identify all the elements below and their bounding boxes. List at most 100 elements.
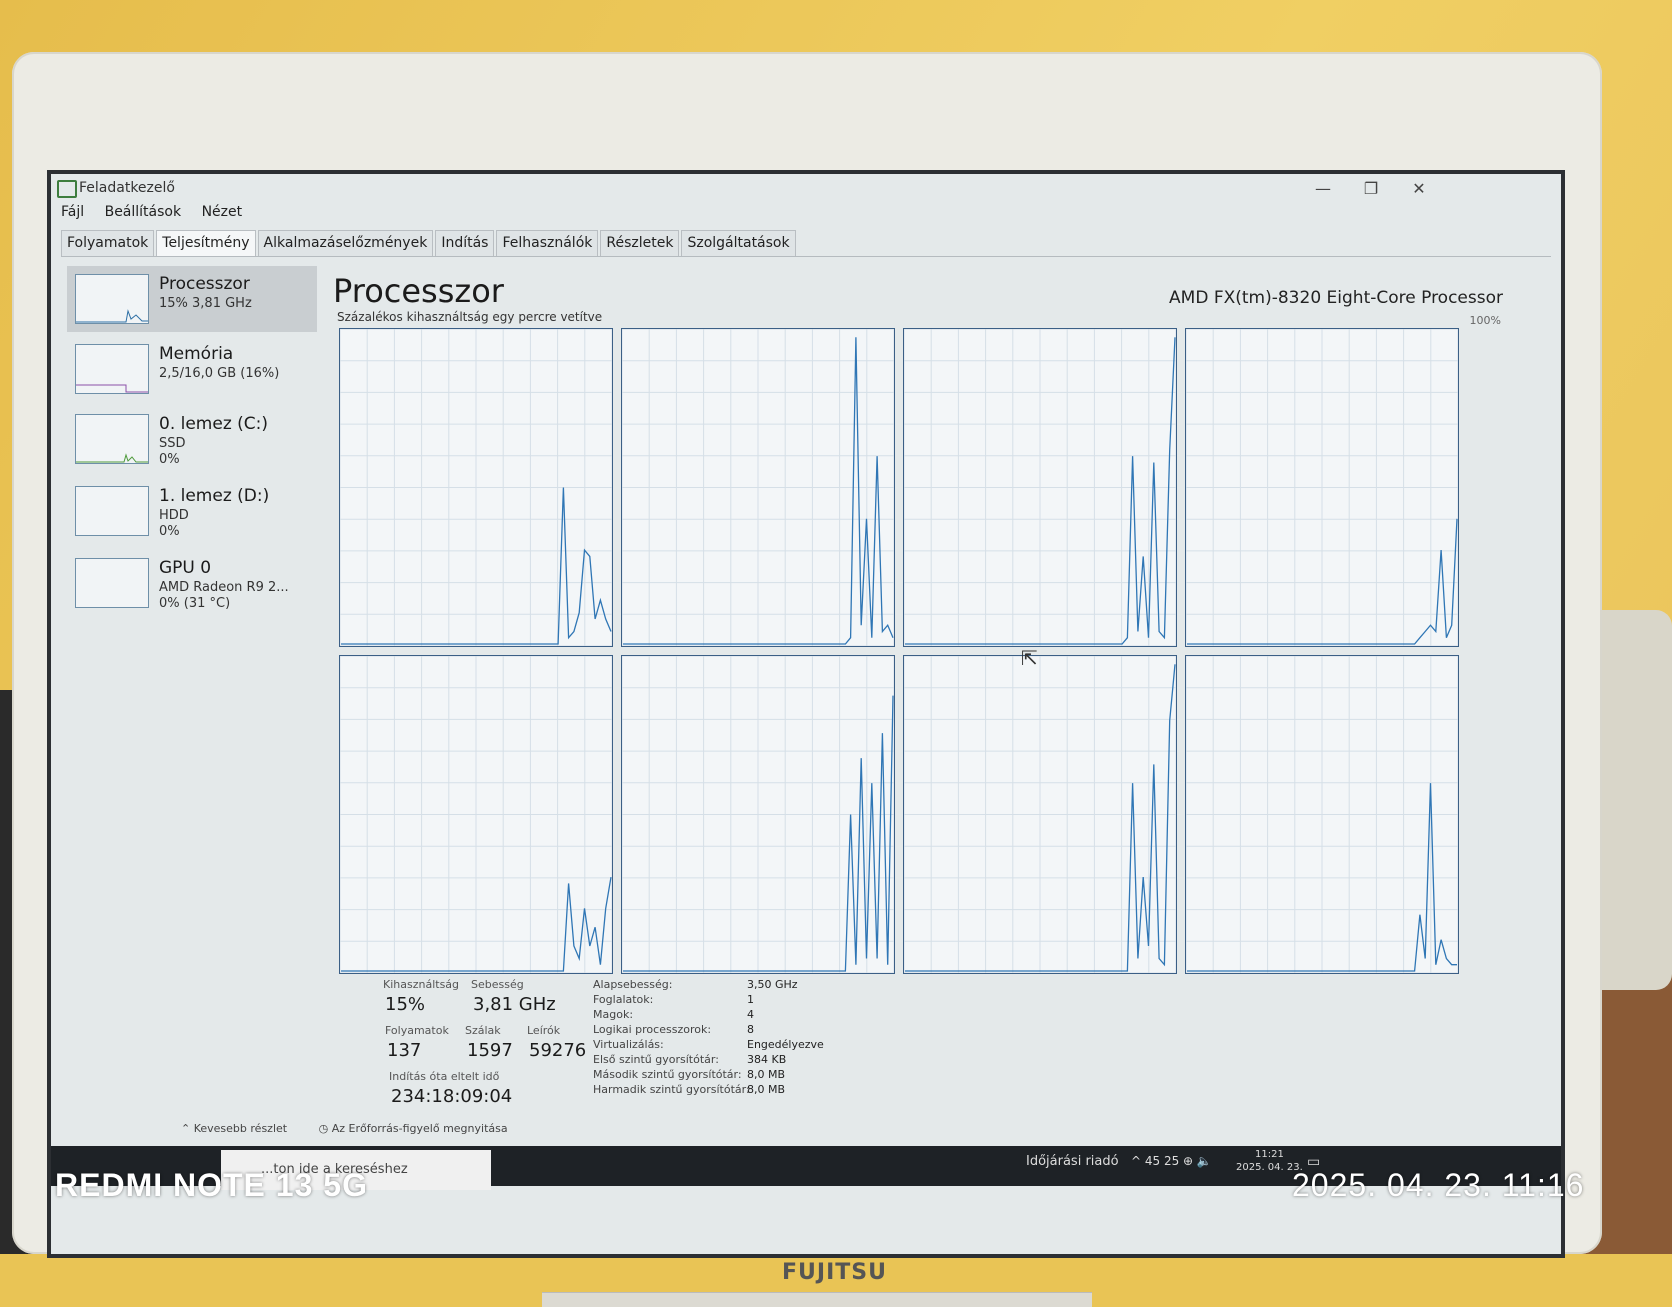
- core-graph-svg: [340, 656, 612, 973]
- spec-value: 4: [747, 1008, 754, 1021]
- spec-value: 8,0 MB: [747, 1068, 786, 1081]
- tab-details[interactable]: Részletek: [600, 230, 680, 256]
- sidebar-item-title: GPU 0: [159, 558, 212, 578]
- sidebar-item-gpu[interactable]: GPU 0 AMD Radeon R9 2... 0% (31 °C): [67, 550, 317, 616]
- handles-value: 59276: [529, 1040, 587, 1061]
- sidebar-item-sub: HDD 0%: [159, 508, 189, 540]
- menu-view[interactable]: Nézet: [202, 204, 243, 220]
- sidebar-item-title: Memória: [159, 344, 234, 364]
- disk-c-thumbnail: [75, 414, 149, 464]
- spec-value: 8,0 MB: [747, 1083, 786, 1096]
- sidebar-item-disk-c[interactable]: 0. lemez (C:) SSD 0%: [67, 406, 317, 472]
- gpu-usage: 0% (31 °C): [159, 596, 231, 611]
- gpu-thumbnail: [75, 558, 149, 608]
- core-graph-4: [339, 655, 613, 974]
- monitor-buttons: [542, 1292, 1092, 1307]
- core-graph-svg: [340, 329, 612, 646]
- minimize-button[interactable]: —: [1301, 176, 1345, 202]
- threads-value: 1597: [467, 1040, 513, 1061]
- tab-processes[interactable]: Folyamatok: [61, 230, 155, 256]
- sidebar-item-memory[interactable]: Memória 2,5/16,0 GB (16%): [67, 336, 317, 402]
- disk-usage: 0%: [159, 452, 180, 467]
- page-title: Processzor: [333, 272, 504, 310]
- disk-d-thumbnail: [75, 486, 149, 536]
- sidebar-item-sub: 15% 3,81 GHz: [159, 296, 252, 311]
- spec-label: Alapsebesség:: [593, 978, 673, 991]
- screen: Feladatkezelő — ❐ ✕ Fájl Beállítások Néz…: [47, 170, 1565, 1258]
- core-graph-7: [1185, 655, 1459, 974]
- spec-value: 384 KB: [747, 1053, 787, 1066]
- tab-performance[interactable]: Teljesítmény: [156, 230, 256, 256]
- sidebar-item-title: 1. lemez (D:): [159, 486, 270, 506]
- menu-bar: Fájl Beállítások Nézet: [61, 204, 258, 226]
- chart-max-label: 100%: [1469, 314, 1501, 327]
- monitor-bezel: Feladatkezelő — ❐ ✕ Fájl Beállítások Néz…: [12, 52, 1602, 1307]
- core-graph-2: [903, 328, 1177, 647]
- processor-panel: Processzor AMD FX(tm)-8320 Eight-Core Pr…: [333, 266, 1533, 1166]
- tab-services[interactable]: Szolgáltatások: [681, 230, 796, 256]
- gpu-model: AMD Radeon R9 2...: [159, 580, 289, 595]
- sidebar-item-disk-d[interactable]: 1. lemez (D:) HDD 0%: [67, 478, 317, 544]
- core-graph-svg: [1186, 329, 1458, 646]
- spec-value: 8: [747, 1023, 754, 1036]
- core-graph-6: [903, 655, 1177, 974]
- camera-model-watermark: REDMI NOTE 13 5G: [55, 1167, 368, 1203]
- tab-divider: [61, 256, 1551, 257]
- sidebar-item-sub: AMD Radeon R9 2... 0% (31 °C): [159, 580, 289, 612]
- system-tray-icons[interactable]: ^ 45 25 ⊕ 🔈: [1131, 1154, 1212, 1168]
- sidebar-item-title: 0. lemez (C:): [159, 414, 269, 434]
- tab-app-history[interactable]: Alkalmazáselőzmények: [257, 230, 434, 256]
- spec-value: 3,50 GHz: [747, 978, 798, 991]
- processes-value: 137: [387, 1040, 422, 1061]
- memory-thumbnail: [75, 344, 149, 394]
- core-graph-svg: [1186, 656, 1458, 973]
- handles-label: Leírók: [527, 1024, 561, 1037]
- util-label: Kihasználtság: [383, 978, 460, 991]
- spec-label: Foglalatok:: [593, 993, 654, 1006]
- spec-label: Harmadik szintű gyorsítótár:: [593, 1083, 750, 1096]
- spec-label: Első szintű gyorsítótár:: [593, 1053, 719, 1066]
- core-graph-3: [1185, 328, 1459, 647]
- uptime-value: 234:18:09:04: [391, 1086, 513, 1107]
- tab-startup[interactable]: Indítás: [435, 230, 495, 256]
- restore-button[interactable]: ❐: [1349, 176, 1393, 202]
- processor-thumbnail: [75, 274, 149, 324]
- sidebar-item-processor[interactable]: Processzor 15% 3,81 GHz: [67, 266, 317, 332]
- task-manager-icon: [57, 180, 77, 198]
- mouse-cursor-icon: ⇱: [1021, 646, 1038, 670]
- window-title: Feladatkezelő: [79, 180, 175, 196]
- title-bar: Feladatkezelő — ❐ ✕: [51, 174, 1561, 202]
- tab-users[interactable]: Felhasználók: [496, 230, 599, 256]
- disk-type: HDD: [159, 508, 189, 523]
- monitor-brand-logo: FUJITSU: [782, 1260, 887, 1285]
- menu-settings[interactable]: Beállítások: [105, 204, 182, 220]
- resource-monitor-link[interactable]: ◷ Az Erőforrás-figyelő megnyitása: [319, 1122, 522, 1135]
- processes-label: Folyamatok: [385, 1024, 449, 1037]
- weather-widget[interactable]: Időjárási riadó: [1026, 1154, 1119, 1169]
- core-graph-5: [621, 655, 895, 974]
- speed-value: 3,81 GHz: [473, 994, 556, 1015]
- core-graph-0: [339, 328, 613, 647]
- sidebar-item-title: Processzor: [159, 274, 250, 294]
- close-button[interactable]: ✕: [1397, 176, 1441, 202]
- camera-timestamp-watermark: 2025. 04. 23. 11:16: [1292, 1167, 1585, 1203]
- menu-file[interactable]: Fájl: [61, 204, 84, 220]
- sidebar-item-sub: 2,5/16,0 GB (16%): [159, 366, 280, 381]
- spec-value: 1: [747, 993, 754, 1006]
- spec-label: Logikai processzorok:: [593, 1023, 712, 1036]
- spec-value: Engedélyezve: [747, 1038, 824, 1051]
- clock-time: 11:21: [1254, 1149, 1284, 1160]
- spec-label: Második szintű gyorsítótár:: [593, 1068, 742, 1081]
- util-value: 15%: [385, 994, 426, 1015]
- speed-label: Sebesség: [471, 978, 524, 991]
- core-graph-svg: [904, 656, 1176, 973]
- footer-links: ⌃ Kevesebb részlet ◷ Az Erőforrás-figyel…: [181, 1122, 536, 1135]
- fewer-details-label: Kevesebb részlet: [193, 1122, 288, 1135]
- cpu-core-graphs: [339, 328, 1469, 978]
- core-graph-svg: [622, 656, 894, 973]
- threads-label: Szálak: [465, 1024, 501, 1037]
- fewer-details-link[interactable]: ⌃ Kevesebb részlet: [181, 1122, 301, 1135]
- spec-label: Magok:: [593, 1008, 634, 1021]
- sidebar-item-sub: SSD 0%: [159, 436, 186, 468]
- chart-caption: Százalékos kihasználtság egy percre vetí…: [337, 310, 603, 324]
